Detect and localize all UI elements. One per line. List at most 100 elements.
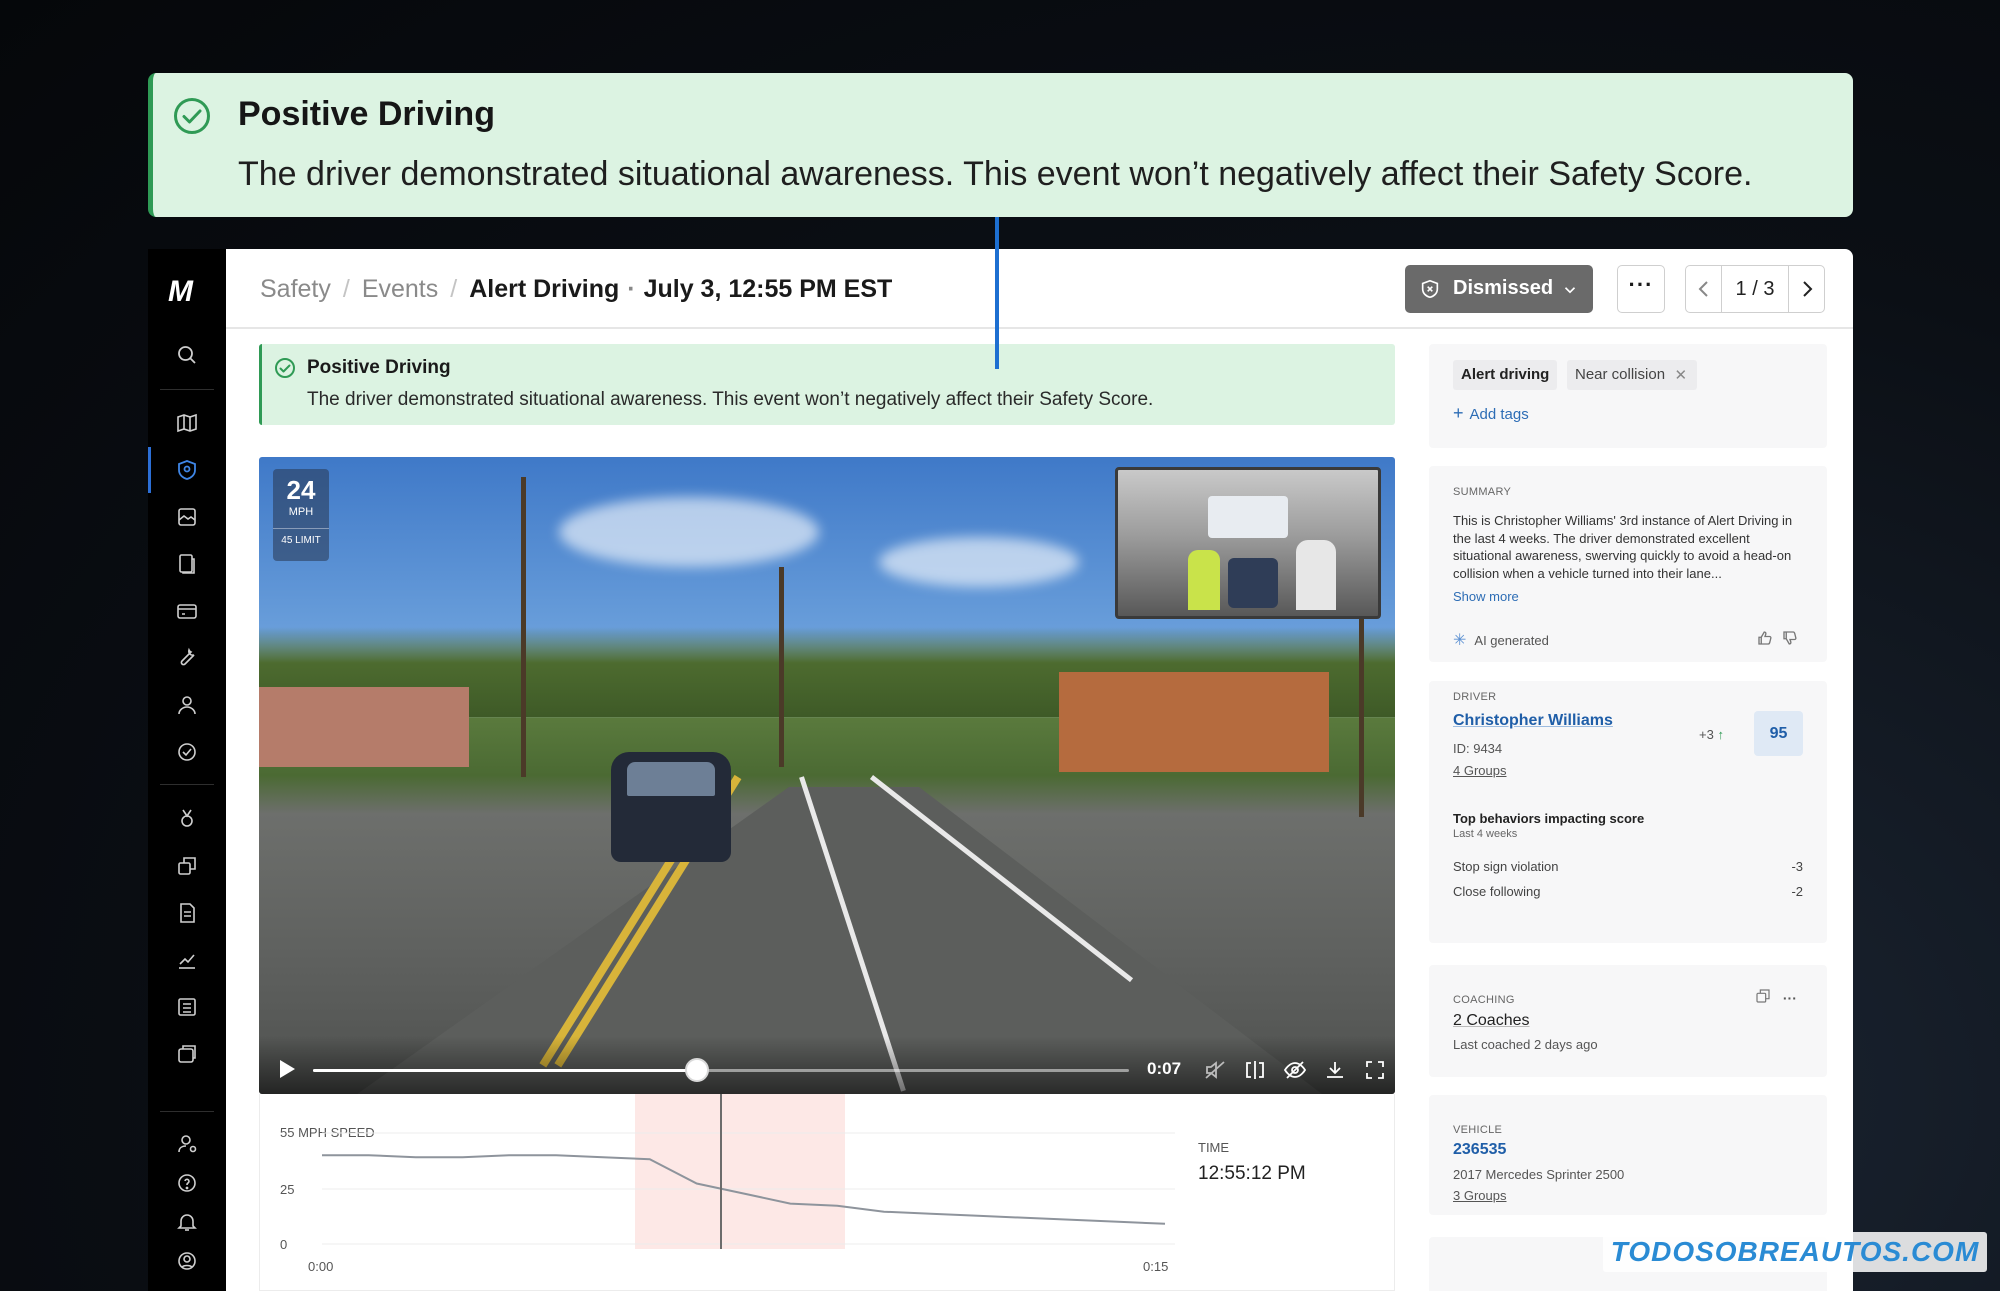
gallery-icon[interactable] [175,505,199,529]
safety-shield-icon[interactable] [175,458,199,482]
score-delta-value: +3 [1699,727,1714,742]
event-counter: 1 / 3 [1735,278,1775,300]
behaviors-period: Last 4 weeks [1453,828,1518,840]
status-dropdown-button[interactable]: Dismissed [1405,265,1593,313]
video-scene [259,687,469,767]
video-scene [779,567,784,767]
next-event-button[interactable] [1788,266,1824,312]
app-logo[interactable]: M [168,275,193,309]
account-icon[interactable] [175,1132,199,1156]
search-icon[interactable] [175,343,199,367]
score-delta: +3 ↑ [1699,727,1724,742]
status-label: Dismissed [1453,277,1554,299]
mute-icon[interactable] [1203,1058,1227,1087]
user-icon[interactable] [175,693,199,717]
storage-icon[interactable] [175,1042,199,1066]
speed-unit: MPH [288,506,314,518]
chevron-down-icon [1561,281,1579,304]
safety-score-badge: 95 [1754,711,1803,756]
behavior-row: Close following -2 [1453,884,1803,899]
coaching-eyebrow: COACHING [1453,994,1515,1006]
thumbs-down-icon[interactable] [1781,629,1799,652]
close-icon[interactable]: ✕ [1674,366,1687,384]
behavior-label: Stop sign violation [1453,859,1559,874]
open-window-icon[interactable] [1755,988,1771,1007]
vehicle-number-link[interactable]: 236535 [1453,1141,1506,1159]
scrubber-handle[interactable] [684,1058,709,1082]
speed-limit: 45 LIMIT [273,528,329,546]
behavior-label: Close following [1453,884,1541,899]
summary-body: This is Christopher Williams' 3rd instan… [1453,513,1793,581]
download-icon[interactable] [1323,1058,1347,1087]
bell-icon[interactable] [175,1210,199,1234]
y-tick-25: 25 [280,1182,294,1197]
dashcam-video-player[interactable]: 24 MPH 45 LIMIT 0:07 [259,457,1395,1094]
behavior-row: Stop sign violation -3 [1453,859,1803,874]
tag-alert-driving[interactable]: Alert driving [1453,360,1558,390]
tag-near-collision[interactable]: Near collision ✕ [1567,360,1698,390]
x-tick-end: 0:15 [1143,1259,1168,1274]
positive-driving-callout: Positive Driving The driver demonstrated… [148,73,1853,217]
behavior-points: -2 [1791,884,1803,899]
awards-icon[interactable] [175,807,199,831]
speed-overlay: 24 MPH 45 LIMIT [273,469,329,561]
map-icon[interactable] [175,411,199,435]
profile-icon[interactable] [175,1249,199,1273]
watermark-text: TODOSOBREAUTOS.COM [1603,1232,1987,1272]
driver-name-link[interactable]: Christopher Williams [1453,712,1613,730]
hide-overlay-icon[interactable] [1283,1058,1307,1087]
fullscreen-icon[interactable] [1363,1058,1387,1087]
arrow-up-icon: ↑ [1717,727,1724,742]
time-label: TIME [1198,1140,1230,1155]
previous-event-button[interactable] [1686,266,1722,312]
tags-card: Alert driving Near collision ✕ + Add tags [1429,344,1827,448]
video-scrubber[interactable] [313,1069,1129,1072]
current-speed: 24 [286,475,316,505]
driver-groups-link[interactable]: 4 Groups [1453,763,1506,778]
video-scene [1059,672,1329,772]
video-scene [879,537,1079,587]
card-icon[interactable] [175,599,199,623]
analytics-icon[interactable] [175,948,199,972]
compliance-icon[interactable] [175,740,199,764]
breadcrumb-safety[interactable]: Safety [260,275,331,303]
vehicle-model: 2017 Mercedes Sprinter 2500 [1453,1167,1625,1182]
header-bar: Safety / Events / Alert Driving · July 3, 12:5… [226,249,1853,329]
scrubber-progress [313,1069,697,1072]
list-icon[interactable] [175,995,199,1019]
coaching-more-icon[interactable]: ··· [1783,990,1797,1006]
plus-icon: + [1453,403,1464,423]
event-datetime: July 3, 12:55 PM EST [643,275,893,303]
positive-driving-banner: Positive Driving The driver demonstrated… [259,344,1395,425]
nav-divider [160,389,214,390]
ai-generated-text: AI generated [1474,633,1549,648]
behavior-points: -3 [1791,859,1803,874]
split-view-icon[interactable] [1243,1058,1267,1087]
nav-divider [160,1111,214,1112]
speed-chart: 55 MPH SPEED 25 0 0:00 0:15 TIME 12:55:1… [259,1094,1395,1291]
more-options-button[interactable]: ··· [1617,265,1665,313]
callout-connector [995,217,999,369]
inward-camera-pip[interactable] [1115,467,1381,619]
breadcrumb-events[interactable]: Events [362,275,438,303]
coaches-link[interactable]: 2 Coaches [1453,1012,1530,1030]
more-icon: ··· [1628,272,1654,297]
driver-eyebrow: DRIVER [1453,691,1497,703]
copy-icon[interactable] [175,854,199,878]
add-tags-button[interactable]: + Add tags [1453,403,1529,424]
tools-icon[interactable] [175,646,199,670]
banner-text: The driver demonstrated situational awar… [307,389,1154,410]
thumbs-up-icon[interactable] [1756,629,1774,652]
vehicle-groups-link[interactable]: 3 Groups [1453,1188,1506,1203]
playback-time: 0:07 [1147,1059,1182,1078]
help-icon[interactable] [175,1171,199,1195]
time-value: 12:55:12 PM [1198,1163,1306,1184]
documents-icon[interactable] [175,552,199,576]
y-tick-0: 0 [280,1237,287,1252]
report-icon[interactable] [175,901,199,925]
tag-label: Near collision [1575,366,1666,383]
show-more-link[interactable]: Show more [1453,589,1519,604]
play-icon[interactable] [277,1058,297,1085]
last-coached: Last coached 2 days ago [1453,1037,1598,1052]
coaching-actions: ··· [1755,988,1797,1007]
